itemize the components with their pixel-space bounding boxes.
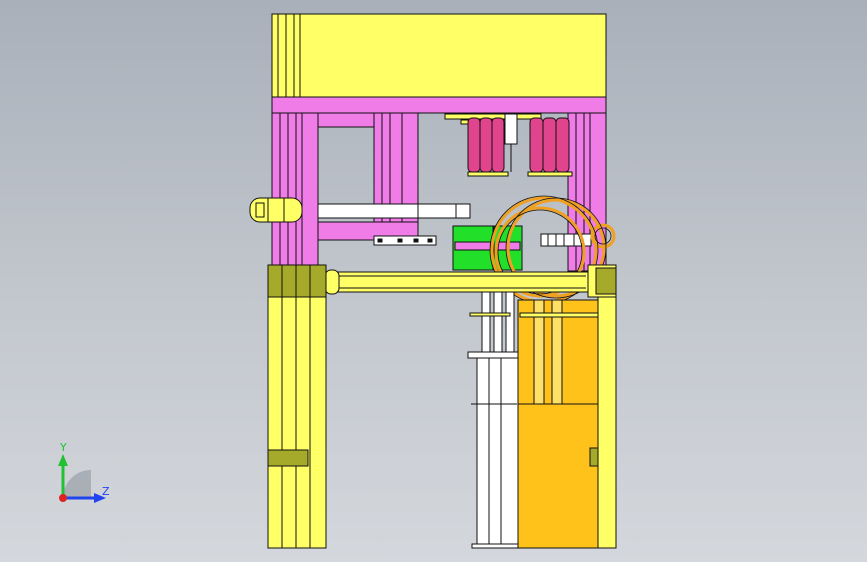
- axis-triad: Y Z: [44, 438, 124, 518]
- left-leg[interactable]: [267, 296, 327, 549]
- clamp-shelf[interactable]: [444, 113, 542, 120]
- slider-bar[interactable]: [317, 203, 471, 219]
- left-leg-collar[interactable]: [267, 449, 309, 467]
- orange-base-block[interactable]: [517, 403, 599, 549]
- cad-viewport[interactable]: Y Z: [0, 0, 867, 562]
- clamp-assembly-left[interactable]: [467, 117, 505, 173]
- connector-strip[interactable]: [373, 235, 437, 246]
- center-rod[interactable]: [504, 113, 518, 145]
- axis-y-label: Y: [60, 441, 67, 454]
- collar-left[interactable]: [267, 264, 327, 298]
- axis-z-label: Z: [102, 485, 110, 498]
- assembly-model[interactable]: [0, 0, 867, 562]
- top-housing[interactable]: [271, 13, 607, 99]
- clamp-assembly-right[interactable]: [529, 117, 570, 173]
- triad-graphic: [58, 454, 106, 503]
- right-leg[interactable]: [597, 296, 617, 549]
- main-shaft[interactable]: [325, 271, 591, 293]
